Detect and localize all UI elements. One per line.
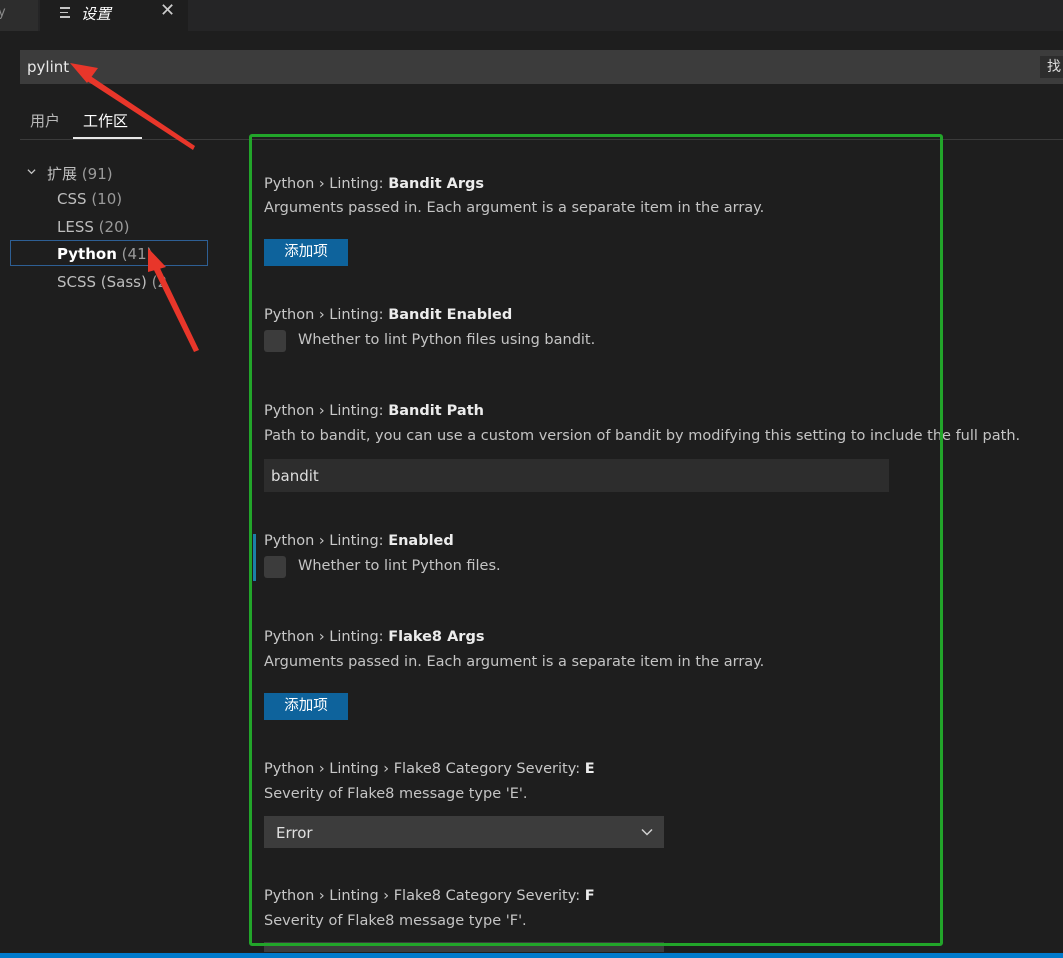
toc-item-less[interactable]: LESS (20) (57, 218, 129, 236)
toc-item-scss[interactable]: SCSS (Sass) (20 (57, 273, 167, 291)
severity-e-select[interactable]: Error (264, 816, 664, 848)
editor-tab-bar: y 设置 ✕ (0, 0, 1063, 31)
header-divider (20, 139, 1063, 140)
toc-item-count: (20 (151, 273, 167, 291)
status-bar (0, 953, 1063, 958)
setting-description: Path to bandit, you can use a custom ver… (264, 428, 1021, 444)
setting-title: Python › Linting: Bandit Args (264, 176, 484, 192)
setting-title: Python › Linting: Bandit Path (264, 403, 484, 419)
tab-user[interactable]: 用户 (30, 110, 60, 131)
tab-workspace[interactable]: 工作区 (83, 110, 128, 131)
toc-item-label: SCSS (Sass) (57, 273, 147, 291)
setting-title: Python › Linting: Bandit Enabled (264, 307, 512, 323)
setting-prefix: Python › Linting › Flake8 Category Sever… (264, 761, 585, 777)
setting-title: Python › Linting › Flake8 Category Sever… (264, 888, 595, 904)
setting-name: E (584, 761, 595, 777)
setting-prefix: Python › Linting: (264, 629, 389, 645)
bandit-path-input[interactable]: bandit (264, 459, 889, 492)
setting-prefix: Python › Linting › Flake8 Category Sever… (264, 888, 585, 904)
toc-item-count: (41) (121, 245, 153, 263)
linting-enabled-checkbox[interactable] (264, 556, 286, 578)
setting-description: Severity of Flake8 message type 'F'. (264, 913, 527, 929)
chevron-down-icon (641, 828, 653, 836)
select-value: Error (276, 824, 313, 842)
setting-prefix: Python › Linting: (264, 176, 389, 192)
setting-prefix: Python › Linting: (264, 307, 389, 323)
bandit-enabled-checkbox[interactable] (264, 330, 286, 352)
setting-name: Bandit Path (388, 403, 484, 419)
setting-prefix: Python › Linting: (264, 533, 389, 549)
setting-name: F (584, 888, 595, 904)
toc-extensions[interactable]: 扩展 (91) (47, 163, 113, 184)
toc-item-label: LESS (57, 218, 94, 236)
toc-item-count: (10) (91, 190, 123, 208)
setting-name: Bandit Args (388, 176, 485, 192)
close-icon[interactable]: ✕ (160, 0, 175, 21)
modified-indicator (253, 534, 256, 581)
toc-extensions-count: (91) (81, 165, 113, 183)
setting-name: Bandit Enabled (388, 307, 513, 323)
toc-item-label: Python (57, 245, 117, 263)
tab-settings[interactable]: 设置 ✕ (40, 0, 188, 31)
add-item-button[interactable]: 添加项 (264, 239, 348, 266)
setting-title: Python › Linting: Flake8 Args (264, 629, 484, 645)
toc-item-count: (20) (98, 218, 130, 236)
tab-previous[interactable]: y (0, 0, 39, 31)
checkbox-label: Whether to lint Python files using bandi… (298, 332, 596, 348)
tab-previous-label: y (0, 5, 6, 20)
setting-description: Arguments passed in. Each argument is a … (264, 200, 765, 216)
setting-title: Python › Linting: Enabled (264, 533, 454, 549)
toc-extensions-label: 扩展 (47, 165, 78, 183)
setting-description: Severity of Flake8 message type 'E'. (264, 786, 528, 802)
tab-settings-title: 设置 (81, 5, 112, 23)
find-button[interactable]: 找 (1040, 56, 1063, 78)
add-item-button[interactable]: 添加项 (264, 693, 348, 720)
setting-prefix: Python › Linting: (264, 403, 389, 419)
settings-search-input[interactable]: pylint 找 (20, 50, 1063, 84)
input-value: bandit (271, 467, 319, 485)
search-value: pylint (27, 58, 70, 76)
toc-item-css[interactable]: CSS (10) (57, 190, 122, 208)
checkbox-label: Whether to lint Python files. (298, 558, 501, 574)
setting-name: Enabled (388, 533, 454, 549)
severity-f-select[interactable] (264, 942, 664, 952)
toc-item-python[interactable]: Python (41) (57, 245, 152, 263)
setting-description: Arguments passed in. Each argument is a … (264, 654, 765, 670)
settings-file-icon (60, 7, 72, 19)
toc-item-label: CSS (57, 190, 87, 208)
chevron-down-icon[interactable] (27, 167, 36, 176)
setting-name: Flake8 Args (388, 629, 485, 645)
setting-title: Python › Linting › Flake8 Category Sever… (264, 761, 595, 777)
